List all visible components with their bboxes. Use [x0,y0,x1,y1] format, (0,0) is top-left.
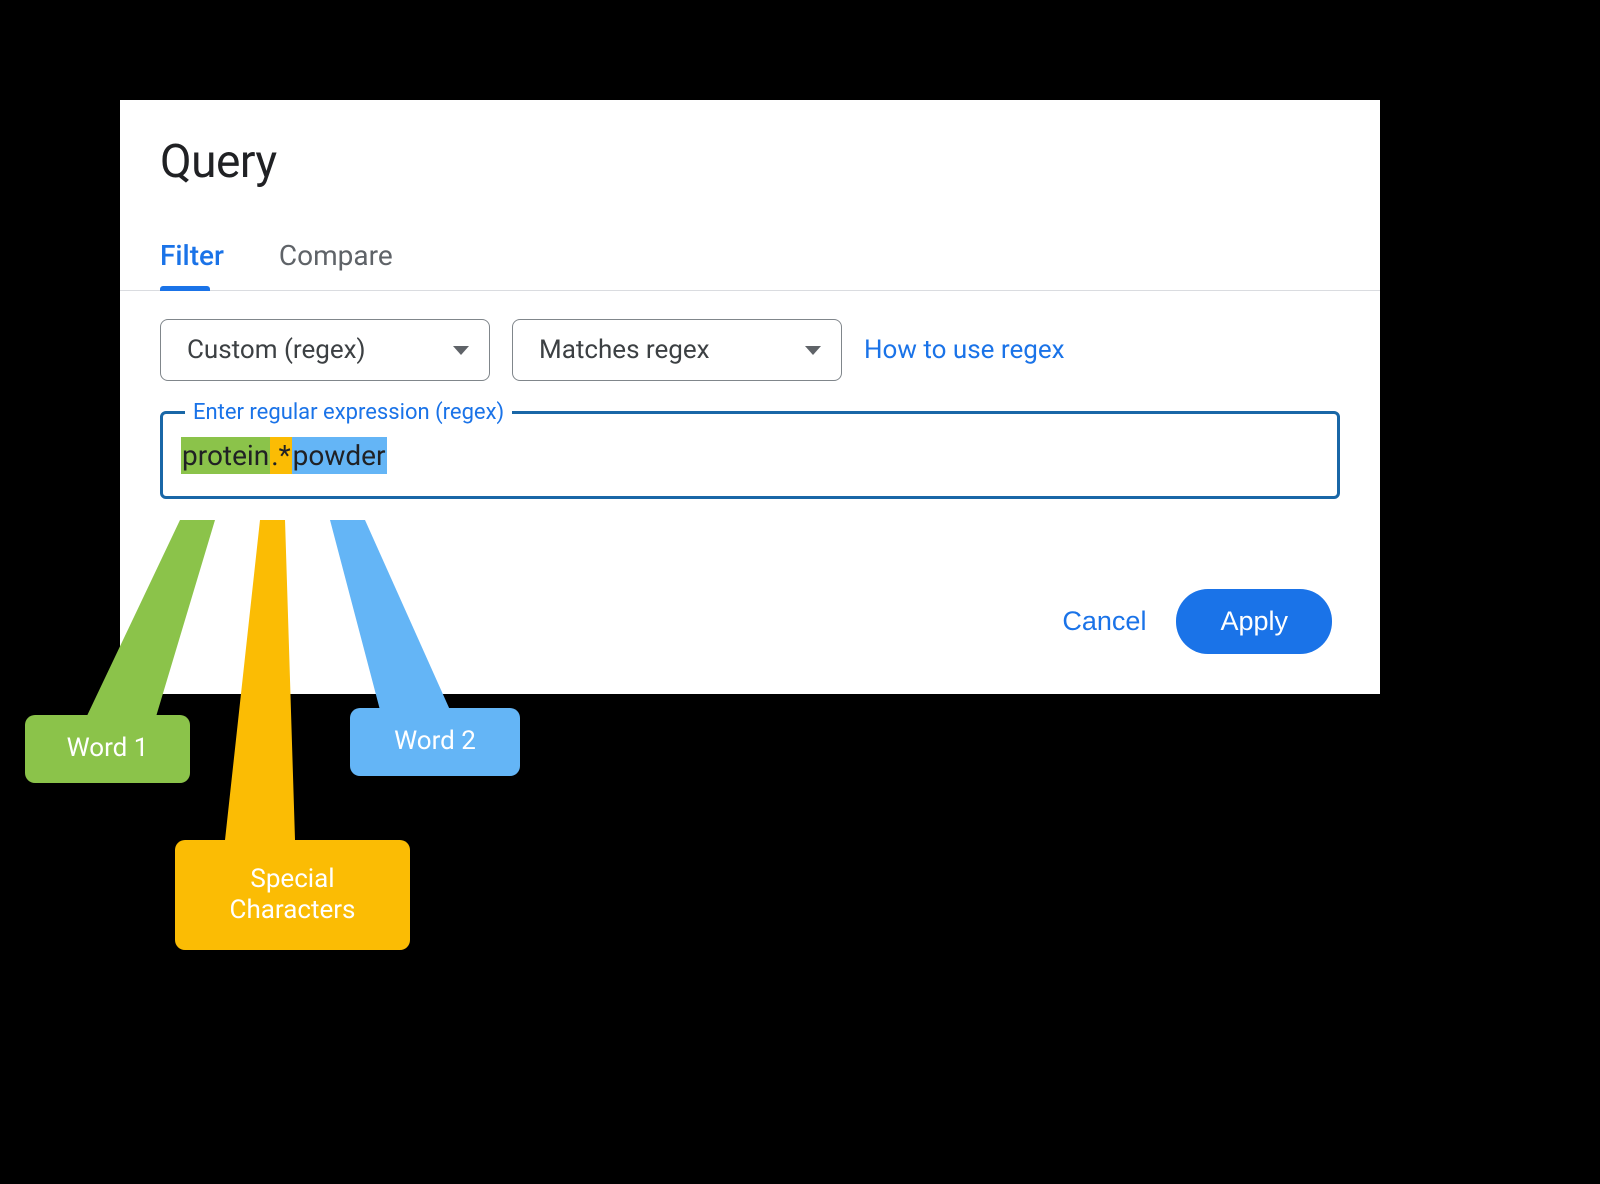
regex-input[interactable]: Enter regular expression (regex) protein… [160,411,1340,499]
chevron-down-icon [453,346,469,355]
annotation-pointer-blue [320,520,480,720]
annotation-word2: Word 2 [350,708,520,776]
regex-word1-highlight: protein [181,437,270,474]
controls-row: Custom (regex) Matches regex How to use … [120,291,1380,381]
regex-special-highlight: .* [270,437,291,474]
chevron-down-icon [805,346,821,355]
tab-compare[interactable]: Compare [279,239,393,290]
filter-type-dropdown[interactable]: Custom (regex) [160,319,490,381]
apply-button[interactable]: Apply [1176,589,1332,654]
filter-type-value: Custom (regex) [187,335,366,365]
match-type-dropdown[interactable]: Matches regex [512,319,842,381]
tab-filter[interactable]: Filter [160,239,224,290]
regex-field-wrap: Enter regular expression (regex) protein… [120,381,1380,499]
regex-word2-highlight: powder [292,437,387,474]
cancel-button[interactable]: Cancel [1062,606,1146,637]
tabs: Filter Compare [120,239,1380,291]
regex-input-value: protein.*powder [181,437,387,474]
page-title: Query [120,135,1380,239]
annotation-pointer-orange [215,520,335,860]
annotation-special: Special Characters [175,840,410,950]
annotation-word1: Word 1 [25,715,190,783]
match-type-value: Matches regex [539,335,710,365]
regex-input-label: Enter regular expression (regex) [185,400,512,425]
regex-help-link[interactable]: How to use regex [864,335,1065,365]
